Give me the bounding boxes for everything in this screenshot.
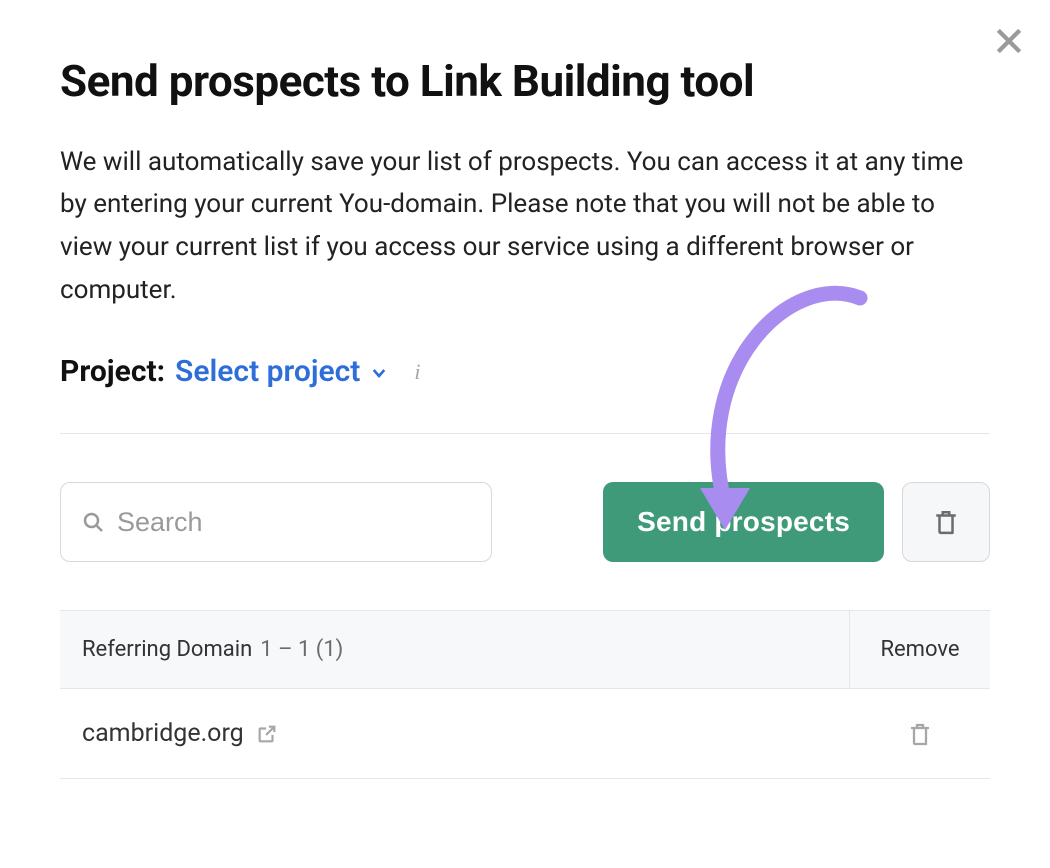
modal-description: We will automatically save your list of … [60,141,970,313]
prospects-table: Referring Domain 1 – 1 (1) Remove cambri… [60,610,990,779]
modal-title: Send prospects to Link Building tool [60,56,990,107]
cell-remove [850,714,990,754]
project-label: Project: [60,354,165,389]
send-prospects-button[interactable]: Send prospects [603,482,884,562]
delete-all-button[interactable] [902,482,990,562]
select-project-label: Select project [175,354,360,389]
table-row: cambridge.org [60,689,990,779]
divider [60,433,990,434]
close-icon [993,25,1025,57]
actions-row: Send prospects [60,482,990,562]
domain-link[interactable]: cambridge.org [82,719,244,748]
chevron-down-icon [370,364,388,382]
col-remove-label: Remove [880,637,959,662]
table-header: Referring Domain 1 – 1 (1) Remove [60,611,990,689]
external-link-icon[interactable] [256,723,278,745]
cell-domain: cambridge.org [60,719,850,748]
col-domain-range: 1 – 1 (1) [260,637,343,662]
remove-row-button[interactable] [900,714,940,754]
search-input[interactable] [117,507,471,538]
col-domain-label: Referring Domain [82,637,252,662]
project-row: Project: Select project i [60,354,990,389]
trash-icon [933,508,959,536]
search-field-wrap[interactable] [60,482,492,562]
trash-icon [908,721,932,747]
select-project-dropdown[interactable]: Select project [175,354,388,389]
col-remove: Remove [850,611,990,688]
col-referring-domain: Referring Domain 1 – 1 (1) [60,611,850,688]
search-icon [81,510,105,534]
info-icon[interactable]: i [404,359,430,385]
send-prospects-modal: Send prospects to Link Building tool We … [0,0,1050,779]
close-button[interactable] [988,20,1030,62]
